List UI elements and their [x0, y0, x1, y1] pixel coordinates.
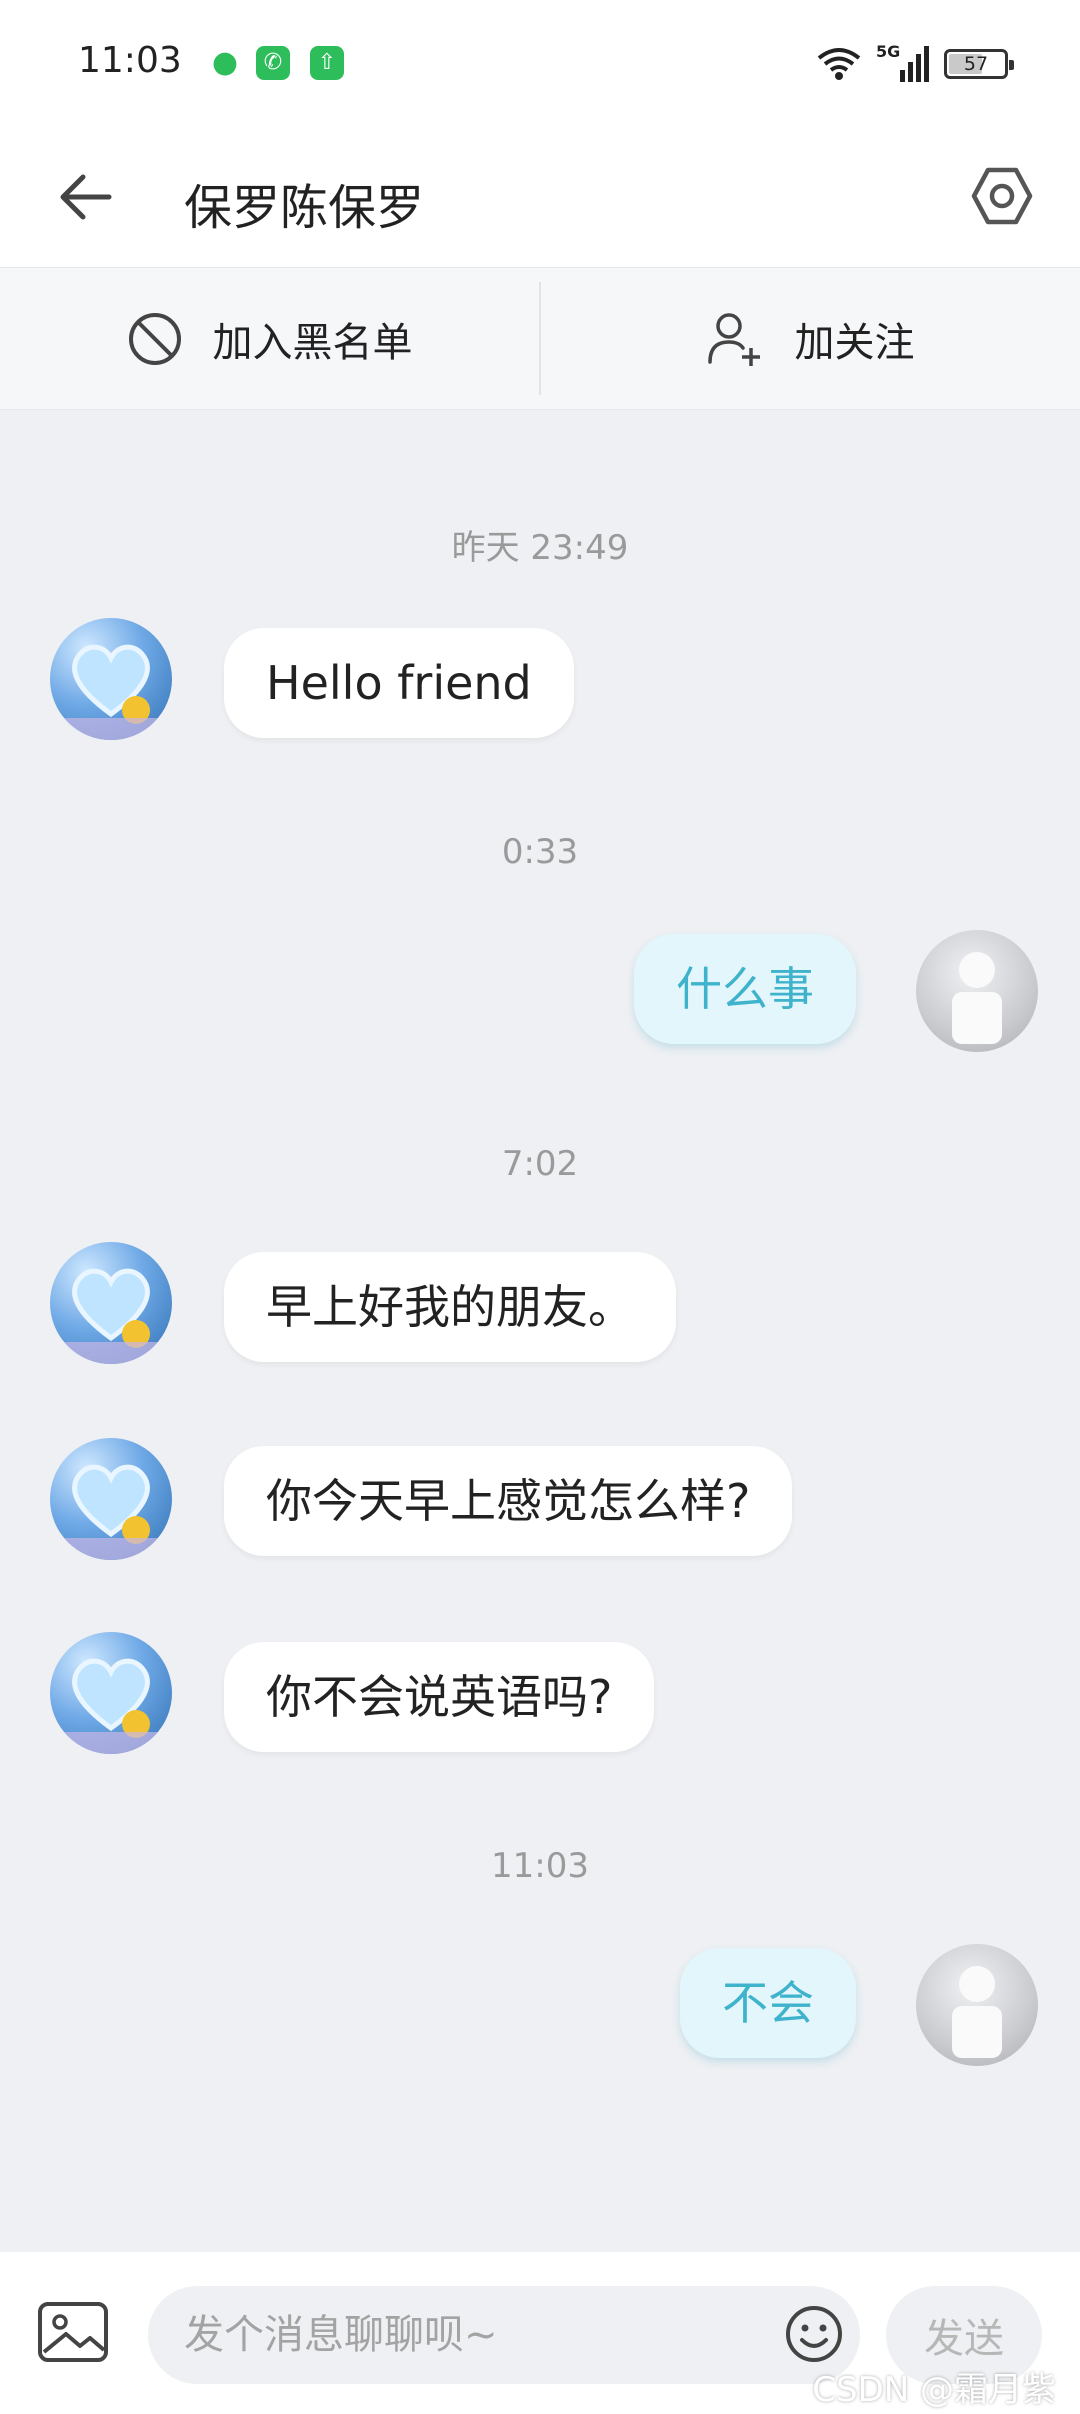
battery-icon: 57	[944, 49, 1014, 79]
user-silhouette-icon	[952, 1966, 1002, 2058]
timestamp: 0:33	[501, 832, 579, 872]
message-bubble-incoming[interactable]: 你不会说英语吗?	[224, 1642, 655, 1752]
message-bubble-incoming[interactable]: Hello friend	[224, 628, 574, 738]
timestamp: 7:02	[501, 1144, 579, 1184]
timestamp: 11:03	[491, 1846, 589, 1886]
self-avatar[interactable]	[916, 930, 1038, 1052]
battery-level: 57	[963, 53, 989, 75]
block-icon	[128, 312, 181, 365]
add-user-icon	[707, 312, 760, 366]
blacklist-button[interactable]: 加入黑名单	[0, 268, 539, 409]
heart-avatar-icon	[50, 644, 172, 740]
settings-hexagon-icon	[971, 167, 1033, 225]
back-button[interactable]	[50, 162, 120, 232]
message-bubble-incoming[interactable]: 早上好我的朋友。	[224, 1252, 676, 1362]
message-app-icon: ●	[208, 46, 242, 80]
watermark: CSDN @霜月紫	[812, 2370, 1056, 2410]
message-bubble-outgoing[interactable]: 不会	[680, 1948, 856, 2058]
status-indicators: 5G 57	[816, 42, 1014, 84]
contact-action-bar: 加入黑名单 加关注	[0, 268, 1080, 410]
image-icon	[38, 2302, 108, 2362]
status-bar: 11:03 ● ✆ ⇧ 5G 57	[0, 0, 1080, 128]
phone-app-icon: ✆	[256, 46, 290, 80]
heart-avatar-icon	[50, 1268, 172, 1364]
friend-avatar[interactable]	[50, 618, 172, 740]
self-avatar[interactable]	[916, 1944, 1038, 2066]
message-bubble-outgoing[interactable]: 什么事	[634, 934, 856, 1044]
settings-button[interactable]	[960, 154, 1044, 238]
follow-label: 加关注	[794, 319, 915, 366]
wifi-icon	[817, 48, 861, 80]
back-arrow-icon	[60, 174, 112, 220]
smiley-icon	[786, 2306, 842, 2362]
follow-button[interactable]: 加关注	[541, 268, 1080, 409]
upload-app-icon: ⇧	[310, 46, 344, 80]
friend-avatar[interactable]	[50, 1438, 172, 1560]
emoji-button[interactable]	[784, 2304, 844, 2364]
heart-avatar-icon	[50, 1464, 172, 1560]
message-bubble-incoming[interactable]: 你今天早上感觉怎么样?	[224, 1446, 793, 1556]
image-picker-button[interactable]	[36, 2298, 112, 2368]
friend-avatar[interactable]	[50, 1632, 172, 1754]
cellular-signal-icon: 5G	[876, 42, 930, 82]
blacklist-label: 加入黑名单	[212, 319, 413, 366]
page-title: 保罗陈保罗	[184, 180, 425, 236]
friend-avatar[interactable]	[50, 1242, 172, 1364]
status-time: 11:03	[78, 40, 182, 81]
message-input[interactable]	[148, 2286, 860, 2384]
timestamp: 昨天 23:49	[451, 528, 629, 568]
user-silhouette-icon	[952, 952, 1002, 1044]
network-type: 5G	[876, 42, 901, 61]
heart-avatar-icon	[50, 1658, 172, 1754]
chat-header: 保罗陈保罗	[0, 128, 1080, 268]
message-list[interactable]: 昨天 23:49 Hello friend 0:33 什么事 7:02 早上好我…	[0, 410, 1080, 2252]
